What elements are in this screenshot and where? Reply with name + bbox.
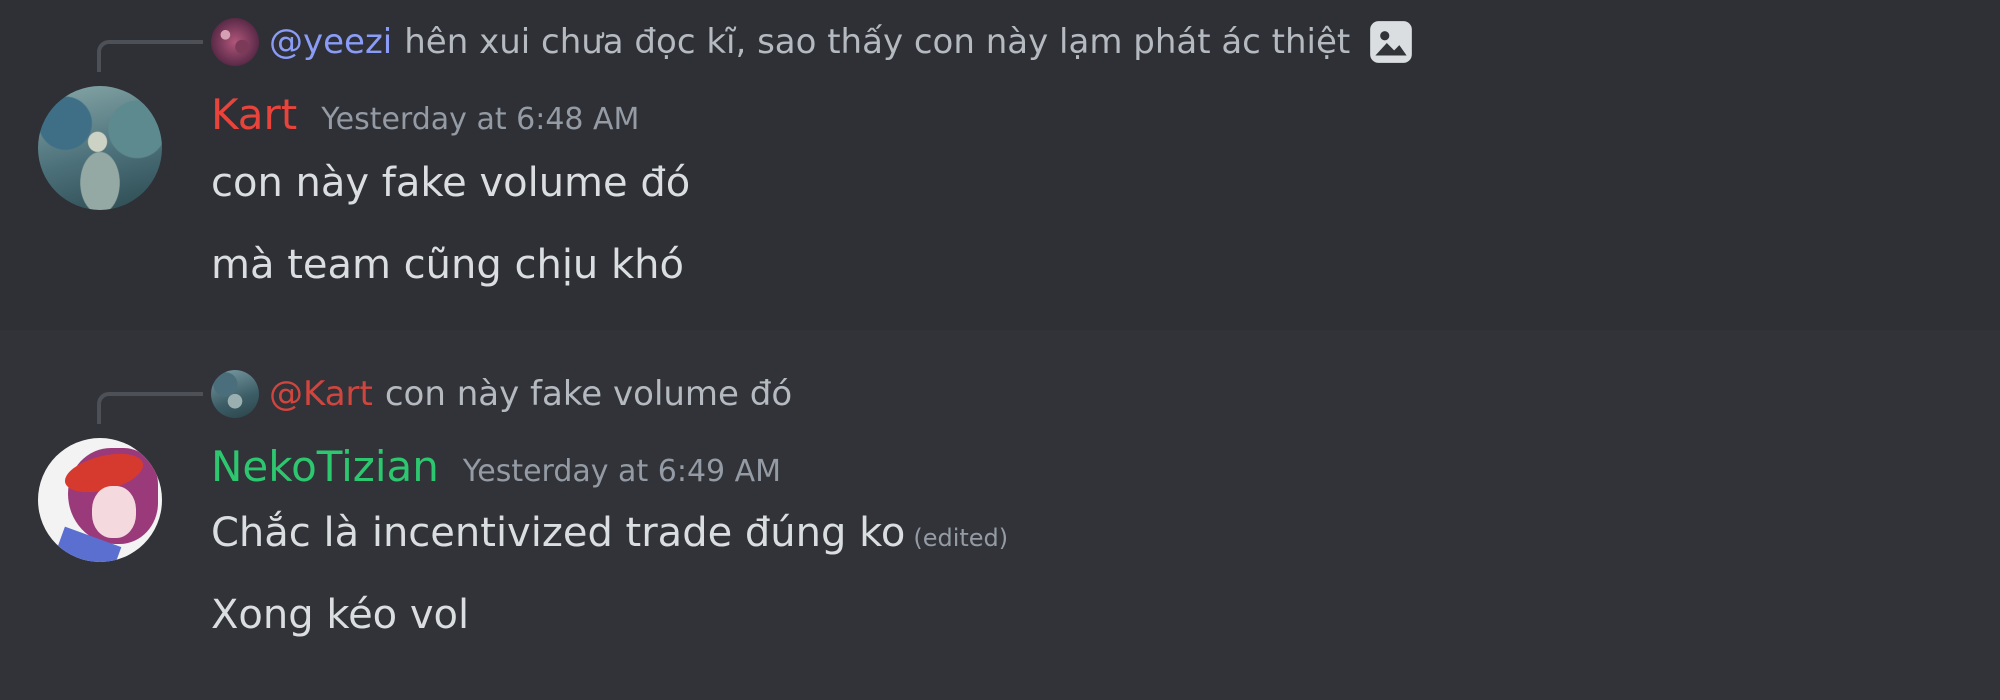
avatar-nekotizian[interactable] (38, 438, 162, 562)
reply-preview-text[interactable]: hên xui chưa đọc kĩ, sao thấy con này lạ… (404, 22, 1350, 62)
reply-mention[interactable]: @yeezi (269, 22, 392, 62)
message-group-nekotizian[interactable]: @Kart con này fake volume đó NekoTizian … (0, 352, 2000, 700)
chat-message-list: @yeezi hên xui chưa đọc kĩ, sao thấy con… (0, 0, 2000, 700)
avatar-face (92, 486, 136, 538)
reply-avatar-kart[interactable] (211, 370, 259, 418)
reply-reference[interactable]: @yeezi hên xui chưa đọc kĩ, sao thấy con… (211, 18, 1416, 66)
message-header: NekoTizian Yesterday at 6:49 AM (211, 442, 781, 491)
reply-preview-text[interactable]: con này fake volume đó (385, 374, 792, 414)
reply-spine (97, 392, 203, 424)
reply-mention[interactable]: @Kart (269, 374, 373, 414)
reply-reference[interactable]: @Kart con này fake volume đó (211, 370, 792, 418)
message-timestamp[interactable]: Yesterday at 6:49 AM (463, 454, 781, 489)
message-line-text: Chắc là incentivized trade đúng ko (211, 510, 906, 556)
message-group-kart[interactable]: @yeezi hên xui chưa đọc kĩ, sao thấy con… (0, 0, 2000, 330)
message-line: Chắc là incentivized trade đúng ko (edite… (211, 510, 1008, 556)
username-nekotizian[interactable]: NekoTizian (211, 442, 439, 491)
edited-label: (edited) (913, 524, 1009, 552)
message-line: Xong kéo vol (211, 592, 470, 638)
message-header: Kart Yesterday at 6:48 AM (211, 90, 639, 139)
message-line: mà team cũng chịu khó (211, 242, 684, 288)
image-icon (1370, 21, 1413, 63)
username-kart[interactable]: Kart (211, 90, 297, 139)
message-line: con này fake volume đó (211, 160, 691, 206)
reply-avatar-yeezi[interactable] (211, 18, 259, 66)
reply-spine (97, 40, 203, 72)
avatar-kart[interactable] (38, 86, 162, 210)
message-timestamp[interactable]: Yesterday at 6:48 AM (321, 102, 639, 137)
